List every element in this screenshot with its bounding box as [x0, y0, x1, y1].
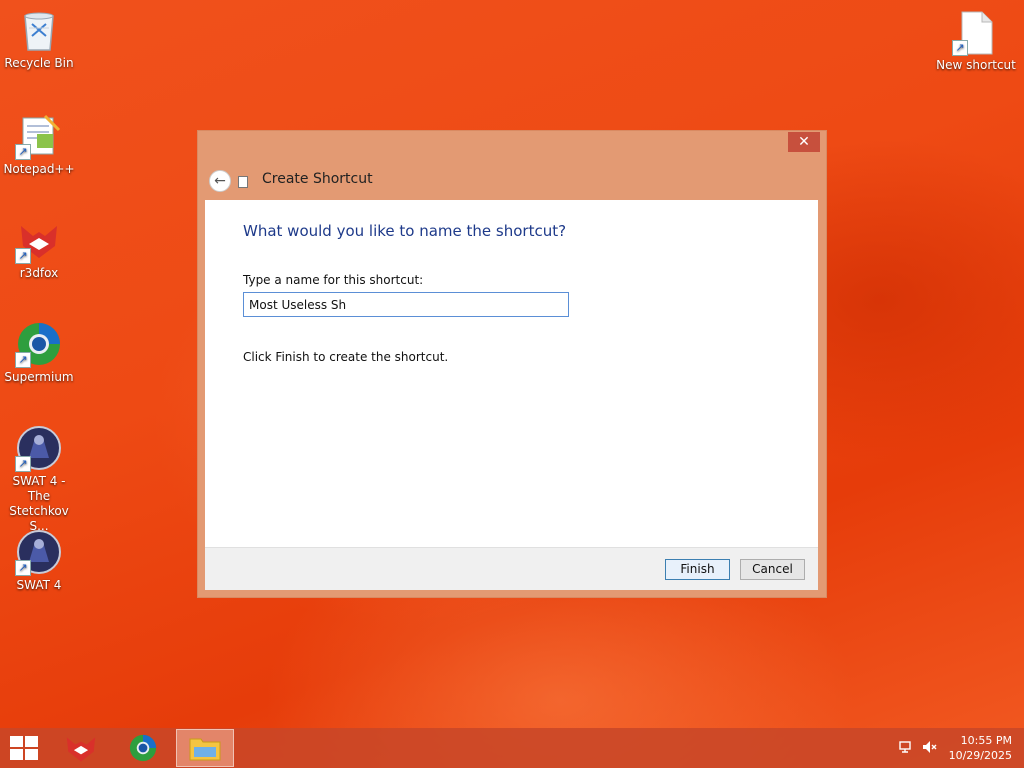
system-clock[interactable]: 10:55 PM 10/29/2025 [949, 733, 1012, 763]
supermium-icon: ↗ [15, 320, 63, 368]
desktop-icon-label: SWAT 4 - The Stetchkov S... [9, 474, 69, 533]
clock-time: 10:55 PM [960, 734, 1012, 747]
desktop-icon-label: Notepad++ [3, 162, 75, 176]
shortcut-arrow-icon: ↗ [15, 144, 31, 160]
desktop-icon-label: r3dfox [19, 266, 59, 280]
desktop-icon-notepad-plus-plus[interactable]: ↗ Notepad++ [1, 112, 77, 177]
dialog-title: Create Shortcut [262, 171, 373, 187]
dialog-footer: Finish Cancel [205, 547, 818, 590]
swat4-icon: ↗ [15, 528, 63, 576]
desktop-icon-swat4-stetchkov[interactable]: ↗ SWAT 4 - The Stetchkov S... [1, 424, 77, 534]
create-shortcut-dialog: ✕ ← Create Shortcut What would you like … [198, 131, 826, 597]
cancel-button[interactable]: Cancel [740, 559, 805, 580]
recycle-bin-icon [15, 6, 63, 54]
swat4-icon: ↗ [15, 424, 63, 472]
shortcut-arrow-icon: ↗ [15, 352, 31, 368]
desktop-icon-supermium[interactable]: ↗ Supermium [1, 320, 77, 385]
shortcut-arrow-icon: ↗ [15, 560, 31, 576]
blank-file-icon: ↗ [952, 8, 1000, 56]
volume-muted-icon[interactable] [922, 740, 938, 758]
desktop-icon-recycle-bin[interactable]: Recycle Bin [1, 6, 77, 71]
dialog-content: What would you like to name the shortcut… [205, 200, 818, 547]
back-arrow-icon: ← [214, 173, 226, 189]
clock-date: 10/29/2025 [948, 749, 1012, 762]
shortcut-arrow-icon: ↗ [15, 456, 31, 472]
file-explorer-icon [189, 738, 221, 761]
taskbar-r3dfox[interactable] [52, 729, 110, 767]
windows-logo-icon [10, 749, 23, 760]
shortcut-name-input[interactable] [243, 292, 569, 317]
r3dfox-icon: ↗ [15, 216, 63, 264]
close-button[interactable]: ✕ [788, 132, 820, 152]
network-icon[interactable] [899, 740, 913, 758]
back-button[interactable]: ← [209, 170, 231, 192]
r3dfox-icon [66, 737, 96, 762]
desktop-icon-label: Recycle Bin [4, 56, 74, 70]
shortcut-name-label: Type a name for this shortcut: [243, 273, 424, 287]
finish-button[interactable]: Finish [665, 559, 730, 580]
desktop-icon-label: Supermium [4, 370, 74, 384]
desktop-icon-label: SWAT 4 [16, 578, 62, 592]
taskbar-supermium[interactable] [114, 729, 172, 767]
desktop-icon-label: New shortcut [936, 58, 1016, 72]
windows-logo-icon [25, 749, 38, 760]
page-heading: What would you like to name the shortcut… [243, 222, 567, 240]
shortcut-wizard-icon [238, 176, 248, 188]
desktop-icon-swat4[interactable]: ↗ SWAT 4 [1, 528, 77, 593]
supermium-icon [129, 734, 157, 762]
shortcut-arrow-icon: ↗ [15, 248, 31, 264]
taskbar: 10:55 PM 10/29/2025 [0, 728, 1024, 768]
start-button[interactable] [8, 736, 38, 760]
desktop-icon-r3dfox[interactable]: ↗ r3dfox [1, 216, 77, 281]
desktop-icon-new-shortcut[interactable]: ↗ New shortcut [936, 8, 1016, 73]
shortcut-arrow-icon: ↗ [952, 40, 968, 56]
finish-hint-text: Click Finish to create the shortcut. [243, 350, 449, 364]
notepad-plus-plus-icon: ↗ [15, 112, 63, 160]
taskbar-file-explorer[interactable] [176, 729, 234, 767]
windows-logo-icon [10, 736, 23, 747]
windows-logo-icon [25, 736, 38, 747]
